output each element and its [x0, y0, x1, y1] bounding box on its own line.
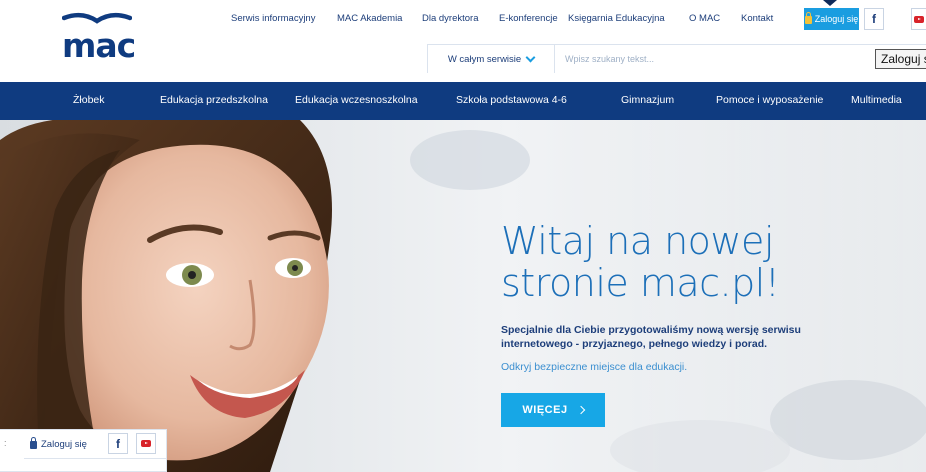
- topnav-kontakt[interactable]: Kontakt: [741, 13, 773, 24]
- nav-gimnazjum[interactable]: Gimnazjum: [621, 94, 674, 106]
- nav-edukacja-wczesnoszkolna[interactable]: Edukacja wczesnoszkolna: [295, 94, 418, 106]
- search-scope-label: W całym serwisie: [447, 53, 522, 65]
- topnav-ksiegarnia-edukacyjna[interactable]: Księgarnia Edukacyjna: [568, 13, 665, 24]
- floating-login-button[interactable]: Zaloguj się: [30, 434, 87, 454]
- top-navigation: Serwis informacyjny MAC Akademia Dla dyr…: [0, 13, 926, 29]
- search-input[interactable]: [565, 50, 865, 68]
- more-button-label: WIĘCEJ: [522, 404, 568, 416]
- search-bar: W całym serwisie Zaloguj się: [427, 44, 926, 73]
- floating-login-bar: : Zaloguj się f: [0, 429, 167, 472]
- nav-szkola-podstawowa[interactable]: Szkoła podstawowa 4-6: [456, 94, 567, 106]
- topnav-dla-dyrektora[interactable]: Dla dyrektora: [422, 13, 479, 24]
- lock-icon: [30, 437, 37, 449]
- search-scope-dropdown[interactable]: W całym serwisie: [427, 45, 555, 73]
- nav-zlobek[interactable]: Żłobek: [73, 94, 105, 106]
- main-navigation: Żłobek Edukacja przedszkolna Edukacja wc…: [0, 82, 926, 120]
- youtube-icon[interactable]: [136, 433, 156, 454]
- hero-description: Specjalnie dla Ciebie przygotowaliśmy no…: [501, 323, 921, 351]
- topnav-serwis-informacyjny[interactable]: Serwis informacyjny: [231, 13, 315, 24]
- nav-pomoce-i-wyposazenie[interactable]: Pomoce i wyposażenie: [716, 94, 823, 106]
- lock-icon: [804, 12, 812, 24]
- login-button[interactable]: Zaloguj się: [804, 8, 859, 30]
- chevron-right-icon: [576, 405, 585, 415]
- login-button-label: Zaloguj się: [814, 14, 859, 24]
- site-header: mac Serwis informacyjny MAC Akademia Dla…: [0, 0, 926, 82]
- separator-dot: :: [4, 438, 7, 448]
- floating-login-label: Zaloguj się: [41, 438, 87, 450]
- hero-description-line2: internetowego - przyjaznego, pełnego wie…: [501, 338, 768, 350]
- youtube-icon[interactable]: [911, 8, 926, 30]
- hero-title-line2: stronie mac.pl!: [501, 261, 780, 305]
- facebook-icon[interactable]: f: [864, 8, 884, 30]
- topnav-e-konferencje[interactable]: E-konferencje: [499, 13, 558, 24]
- nav-multimedia[interactable]: Multimedia: [851, 94, 902, 106]
- login-tooltip-box[interactable]: Zaloguj się: [875, 49, 926, 69]
- hero-subtext: Odkryj bezpieczne miejsce dla edukacji.: [501, 361, 688, 373]
- hero-banner: Witaj na nowej stronie mac.pl! Specjalni…: [0, 120, 926, 472]
- hero-title-line1: Witaj na nowej: [501, 219, 774, 263]
- facebook-icon[interactable]: f: [108, 433, 128, 454]
- floating-search-field[interactable]: [24, 458, 166, 472]
- topnav-o-mac[interactable]: O MAC: [689, 13, 720, 24]
- topnav-mac-akademia[interactable]: MAC Akademia: [337, 13, 402, 24]
- pointer-arrow-icon: [823, 0, 837, 6]
- more-button[interactable]: WIĘCEJ: [501, 393, 605, 427]
- nav-edukacja-przedszkolna[interactable]: Edukacja przedszkolna: [160, 94, 268, 106]
- hero-description-line1: Specjalnie dla Ciebie przygotowaliśmy no…: [501, 324, 801, 336]
- logo-text: mac: [62, 26, 136, 65]
- hero-title: Witaj na nowej stronie mac.pl!: [501, 220, 901, 304]
- chevron-down-icon: [525, 52, 536, 62]
